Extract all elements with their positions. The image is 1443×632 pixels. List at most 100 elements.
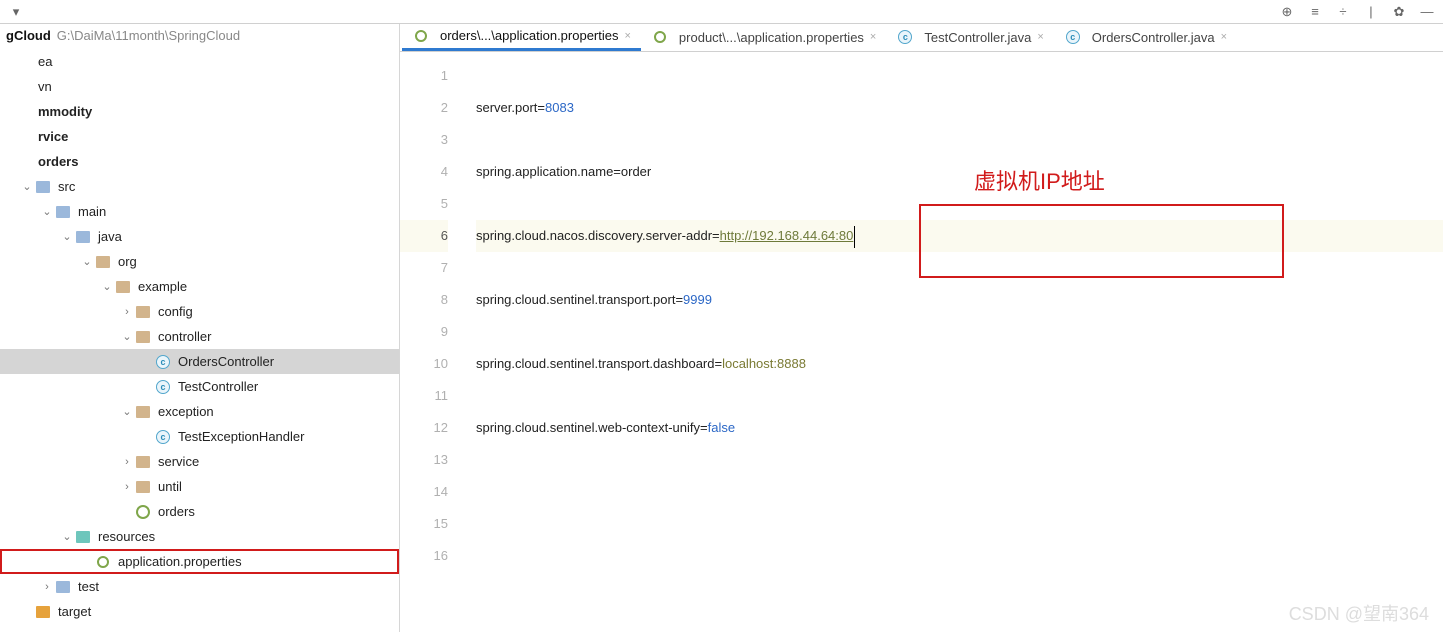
code-line[interactable] (476, 380, 1443, 412)
code-line[interactable]: spring.cloud.sentinel.transport.dashboar… (476, 348, 1443, 380)
tree-row[interactable]: target (0, 599, 399, 624)
folder-blue-icon (54, 578, 72, 596)
folder-icon (114, 278, 132, 296)
code-line[interactable]: spring.cloud.sentinel.transport.port=999… (476, 284, 1443, 316)
line-number: 16 (400, 540, 448, 572)
tree-row[interactable]: cOrdersController (0, 349, 399, 374)
code-line[interactable] (476, 124, 1443, 156)
chevron-icon[interactable]: ⌄ (20, 180, 34, 193)
tree-row[interactable]: rvice (0, 124, 399, 149)
code-line[interactable]: spring.application.name=order (476, 156, 1443, 188)
tree-row[interactable]: ea (0, 49, 399, 74)
tree-label: exception (156, 404, 214, 419)
chevron-icon[interactable]: ⌄ (80, 255, 94, 268)
tree-label: example (136, 279, 187, 294)
chevron-icon[interactable]: ⌄ (120, 330, 134, 343)
tree-row[interactable]: ⌄ exception (0, 399, 399, 424)
tree-label: rvice (36, 129, 68, 144)
tree-row[interactable]: ⌄ example (0, 274, 399, 299)
expand-icon[interactable]: ≡ (1305, 4, 1325, 19)
close-icon[interactable]: × (870, 31, 876, 43)
dropdown-arrow-icon[interactable]: ▾ (6, 4, 26, 20)
tree-label: TestController (176, 379, 258, 394)
code-line[interactable] (476, 60, 1443, 92)
editor-tab[interactable]: product\...\application.properties× (641, 24, 886, 51)
tree-row[interactable]: ⌄org (0, 249, 399, 274)
tree-row[interactable]: ⌄ controller (0, 324, 399, 349)
tree-row[interactable]: ›config (0, 299, 399, 324)
line-number: 3 (400, 124, 448, 156)
line-number: 6 (400, 220, 448, 252)
code-line[interactable]: server.port=8083 (476, 92, 1443, 124)
code-line[interactable] (476, 316, 1443, 348)
code-editor[interactable]: 12345678910111213141516 虚拟机IP地址 server.p… (400, 52, 1443, 632)
tree-row[interactable]: cTestExceptionHandler (0, 424, 399, 449)
chevron-icon[interactable]: › (120, 456, 134, 468)
folder-icon (134, 328, 152, 346)
target-icon[interactable]: ⊕ (1277, 4, 1297, 20)
cfile-icon: c (154, 353, 172, 371)
line-number: 9 (400, 316, 448, 348)
editor-tab[interactable]: cTestController.java× (886, 24, 1053, 51)
chevron-icon[interactable]: › (40, 581, 54, 593)
project-sidebar: gCloud G:\DaiMa\11month\SpringCloud eavn… (0, 24, 400, 632)
line-number: 12 (400, 412, 448, 444)
line-number: 15 (400, 508, 448, 540)
editor-tabs[interactable]: orders\...\application.properties×produc… (400, 24, 1443, 52)
chevron-icon[interactable]: ⌄ (60, 530, 74, 543)
code-line[interactable] (476, 508, 1443, 540)
close-icon[interactable]: × (624, 30, 630, 42)
tree-row[interactable]: › service (0, 449, 399, 474)
folder-teal-icon (74, 528, 92, 546)
code-line[interactable]: spring.cloud.sentinel.web-context-unify=… (476, 412, 1443, 444)
collapse-icon[interactable]: ÷ (1333, 4, 1353, 19)
folder-blue-icon (34, 178, 52, 196)
tab-label: OrdersController.java (1092, 30, 1215, 45)
project-name[interactable]: gCloud (6, 28, 51, 43)
file-tree[interactable]: eavnmmodityrviceorders⌄src⌄main⌄java⌄org… (0, 47, 399, 632)
close-icon[interactable]: × (1037, 31, 1043, 43)
tree-row[interactable]: vn (0, 74, 399, 99)
chevron-icon[interactable]: ⌄ (100, 280, 114, 293)
line-number: 7 (400, 252, 448, 284)
tree-row[interactable]: ›test (0, 574, 399, 599)
chevron-icon[interactable]: ⌄ (120, 405, 134, 418)
close-icon[interactable]: × (1221, 31, 1227, 43)
line-number: 4 (400, 156, 448, 188)
tree-row[interactable]: ⌄resources (0, 524, 399, 549)
tree-label: service (156, 454, 199, 469)
line-gutter: 12345678910111213141516 (400, 52, 460, 632)
gear-icon[interactable]: ✿ (1389, 4, 1409, 20)
editor-tab[interactable]: cOrdersController.java× (1054, 24, 1237, 51)
tree-row[interactable]: orders (0, 149, 399, 174)
annotation-label: 虚拟机IP地址 (974, 164, 1105, 196)
tree-label: main (76, 204, 106, 219)
code-line[interactable] (476, 444, 1443, 476)
tree-row[interactable]: orders (0, 499, 399, 524)
tree-row[interactable]: ⌄ main (0, 199, 399, 224)
tree-label: orders (36, 154, 78, 169)
minimize-icon[interactable]: — (1417, 4, 1437, 19)
folder-icon (134, 453, 152, 471)
tree-label: controller (156, 329, 211, 344)
tree-label: src (56, 179, 75, 194)
line-number: 1 (400, 60, 448, 92)
tree-row[interactable]: ⌄ src (0, 174, 399, 199)
tree-row[interactable]: › until (0, 474, 399, 499)
tree-row[interactable]: ⌄java (0, 224, 399, 249)
tree-label: until (156, 479, 182, 494)
gear-sm-icon (94, 553, 112, 571)
chevron-icon[interactable]: › (120, 306, 134, 318)
tree-row[interactable]: c TestController (0, 374, 399, 399)
code-line[interactable] (476, 540, 1443, 572)
cfile-icon: c (154, 378, 172, 396)
editor-tab[interactable]: orders\...\application.properties× (402, 24, 641, 51)
code-line[interactable] (476, 476, 1443, 508)
chevron-icon[interactable]: ⌄ (40, 205, 54, 218)
tree-row[interactable]: application.properties (0, 549, 399, 574)
chevron-icon[interactable]: ⌄ (60, 230, 74, 243)
code-lines[interactable]: 虚拟机IP地址 server.port=8083 spring.applicati… (460, 52, 1443, 632)
tree-row[interactable]: mmodity (0, 99, 399, 124)
chevron-icon[interactable]: › (120, 481, 134, 493)
tree-label: target (56, 604, 91, 619)
